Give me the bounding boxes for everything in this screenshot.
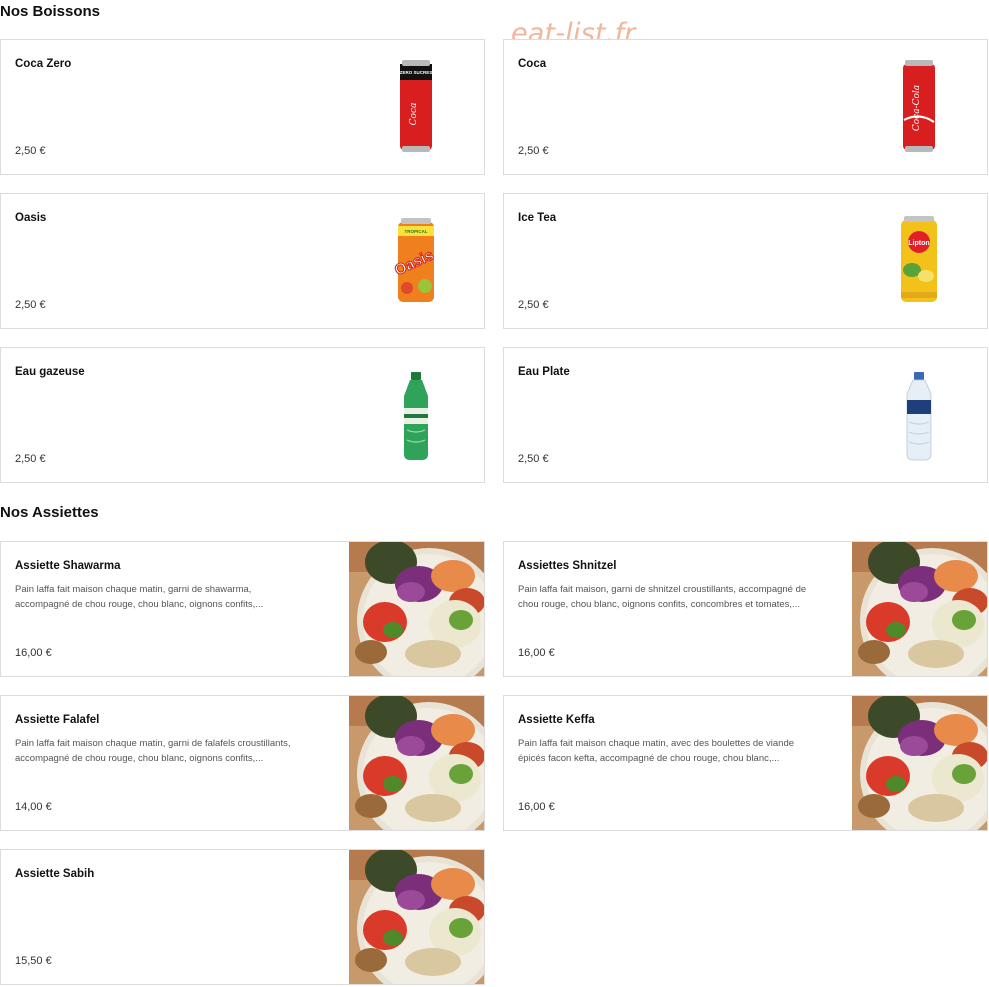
item-price: 2,50 €	[518, 299, 549, 311]
item-description-line: accompagné de chou rouge, chou blanc, oi…	[15, 753, 264, 764]
item-price: 15,50 €	[15, 955, 52, 967]
item-description-line: accompagné de chou rouge, chou blanc, oi…	[15, 599, 264, 610]
item-description: Pain laffa fait maison chaque matin, gar…	[15, 736, 340, 766]
plate-photo-icon	[852, 542, 987, 677]
item-name: Assiettes Shnitzel	[518, 560, 617, 572]
can-label: TROPICAL	[405, 229, 428, 234]
lipton-ice-tea-can-icon: Lipton	[901, 216, 937, 302]
item-name: Assiette Keffa	[518, 714, 595, 726]
menu-item-card[interactable]: Eau gazeuse 2,50 €	[0, 347, 485, 483]
menu-item-card[interactable]: Ice Tea 2,50 € Lipton	[503, 193, 988, 329]
item-price: 16,00 €	[518, 801, 555, 813]
menu-item-card[interactable]: Assiette Falafel Pain laffa fait maison …	[0, 695, 485, 831]
item-name: Eau gazeuse	[15, 366, 85, 378]
item-price: 16,00 €	[518, 647, 555, 659]
section-title-drinks: Nos Boissons	[0, 3, 101, 20]
oasis-can-icon: TROPICAL Oasis	[393, 218, 437, 302]
item-price: 14,00 €	[15, 801, 52, 813]
plate-photo-icon	[349, 850, 484, 985]
menu-item-card[interactable]: Coca Zero 2,50 € ZERO SUCRES Coca	[0, 39, 485, 175]
item-description-line: chou rouge, chou blanc, oignons confits,…	[518, 599, 800, 610]
coca-cola-can-icon: Coca-Cola	[903, 60, 935, 152]
menu-item-card[interactable]: Assiette Sabih 15,50 €	[0, 849, 485, 985]
coca-zero-can-icon: ZERO SUCRES Coca	[400, 60, 433, 152]
item-price: 2,50 €	[15, 453, 46, 465]
plate-photo-icon	[349, 542, 484, 677]
menu-item-card[interactable]: Eau Plate 2,50 €	[503, 347, 988, 483]
item-description-line: Pain laffa fait maison chaque matin, gar…	[15, 584, 252, 595]
item-price: 2,50 €	[518, 145, 549, 157]
item-description-line: Pain laffa fait maison chaque matin, ave…	[518, 738, 795, 749]
item-name: Assiette Shawarma	[15, 560, 121, 572]
item-name: Oasis	[15, 212, 47, 224]
plate-photo-icon	[852, 696, 987, 831]
plate-photo-icon	[349, 696, 484, 831]
menu-item-card[interactable]: Oasis 2,50 € TROPICAL Oasis	[0, 193, 485, 329]
item-name: Assiette Falafel	[15, 714, 100, 726]
item-name: Eau Plate	[518, 366, 570, 378]
svg-text:Coca: Coca	[409, 103, 419, 126]
item-price: 2,50 €	[15, 145, 46, 157]
item-description-line: Pain laffa fait maison chaque matin, gar…	[15, 738, 291, 749]
can-label: ZERO SUCRES	[400, 70, 433, 75]
item-price: 16,00 €	[15, 647, 52, 659]
item-name: Ice Tea	[518, 212, 557, 224]
item-description: Pain laffa fait maison, garni de shnitze…	[518, 582, 843, 612]
item-name: Assiette Sabih	[15, 868, 95, 880]
item-description-line: épicés facon kefta, accompagné de chou r…	[518, 753, 780, 764]
menu-item-card[interactable]: Assiettes Shnitzel Pain laffa fait maiso…	[503, 541, 988, 677]
item-name: Coca Zero	[15, 58, 72, 70]
item-price: 2,50 €	[15, 299, 46, 311]
menu-item-card[interactable]: Assiette Keffa Pain laffa fait maison ch…	[503, 695, 988, 831]
svg-text:Coca-Cola: Coca-Cola	[912, 85, 922, 131]
item-description: Pain laffa fait maison chaque matin, ave…	[518, 736, 843, 766]
still-water-bottle-icon	[906, 372, 932, 461]
item-name: Coca	[518, 58, 547, 70]
item-price: 2,50 €	[518, 453, 549, 465]
can-label: Lipton	[908, 240, 929, 247]
item-description: Pain laffa fait maison chaque matin, gar…	[15, 582, 340, 612]
item-description-line: Pain laffa fait maison, garni de shnitze…	[518, 584, 807, 595]
menu-item-card[interactable]: Coca 2,50 € Coca-Cola	[503, 39, 988, 175]
section-title-plates: Nos Assiettes	[0, 504, 99, 521]
sparkling-water-bottle-icon	[404, 372, 428, 460]
menu-item-card[interactable]: Assiette Shawarma Pain laffa fait maison…	[0, 541, 485, 677]
